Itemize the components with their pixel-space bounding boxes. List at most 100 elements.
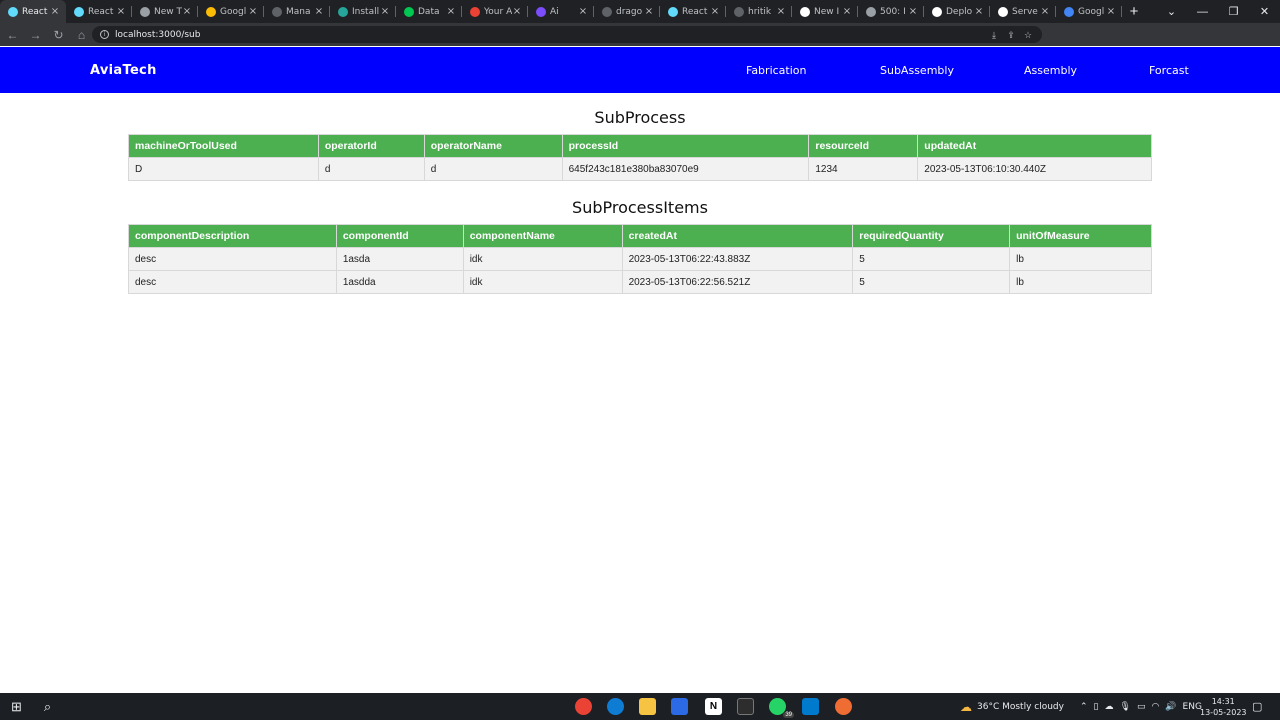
minimize-icon[interactable]: — <box>1187 0 1218 23</box>
tab-close-icon[interactable]: × <box>314 6 324 17</box>
tab-favicon-icon <box>404 6 414 17</box>
install-icon[interactable]: ⤓ <box>988 29 1000 41</box>
browser-tab[interactable]: Ai × <box>528 0 594 23</box>
file-explorer-icon[interactable] <box>639 698 656 715</box>
browser-tab[interactable]: New I × <box>792 0 858 23</box>
tab-close-icon[interactable]: × <box>842 6 852 17</box>
chevron-up-icon[interactable]: ⌃ <box>1080 702 1088 712</box>
tab-close-icon[interactable]: × <box>974 6 984 17</box>
tab-close-icon[interactable]: × <box>380 6 390 17</box>
windows-start-icon[interactable]: ⊞ <box>8 698 25 715</box>
tab-close-icon[interactable]: × <box>578 6 588 17</box>
brand-logo[interactable]: AviaTech <box>90 63 157 78</box>
whatsapp-icon[interactable]: 39 <box>769 698 794 718</box>
wifi-icon[interactable]: ◠ <box>1151 702 1159 712</box>
tab-title: 500: I <box>880 6 906 17</box>
browser-tab[interactable]: React × <box>0 0 66 23</box>
column-header: machineOrToolUsed <box>128 134 319 158</box>
nav-link-fabrication[interactable]: Fabrication <box>746 64 806 77</box>
table-cell: idk <box>462 247 623 271</box>
tab-close-icon[interactable]: × <box>446 6 456 17</box>
browser-tab[interactable]: New T × <box>132 0 198 23</box>
column-header: requiredQuantity <box>852 224 1011 248</box>
battery-icon[interactable]: ▯ <box>1094 702 1099 712</box>
close-window-icon[interactable]: ✕ <box>1249 0 1280 23</box>
back-icon[interactable]: ← <box>2 24 23 45</box>
notification-icon[interactable]: ▢ <box>1252 693 1262 720</box>
new-tab-button[interactable]: + <box>1122 0 1146 23</box>
browser-tab[interactable]: React × <box>660 0 726 23</box>
tab-favicon-icon <box>602 6 612 17</box>
site-info-icon[interactable]: i <box>100 30 109 39</box>
browser-tab[interactable]: Mana × <box>264 0 330 23</box>
browser-tab[interactable]: Deplo × <box>924 0 990 23</box>
restore-icon[interactable]: ❐ <box>1218 0 1249 23</box>
volume-icon[interactable]: 🔊 <box>1165 702 1176 712</box>
table-cell: 2023-05-13T06:22:43.883Z <box>621 247 854 271</box>
browser-tab[interactable]: hritik × <box>726 0 792 23</box>
tab-close-icon[interactable]: × <box>644 6 654 17</box>
address-bar[interactable]: i localhost:3000/sub ⤓ ⇪ ☆ <box>92 26 1042 43</box>
browser-tab[interactable]: React × <box>66 0 132 23</box>
browser-tab[interactable]: Data × <box>396 0 462 23</box>
tab-close-icon[interactable]: × <box>1106 6 1116 17</box>
tab-close-icon[interactable]: × <box>776 6 786 17</box>
tab-title: New I <box>814 6 840 17</box>
store-icon[interactable] <box>671 698 688 715</box>
share-icon[interactable]: ⇪ <box>1005 29 1017 41</box>
clock[interactable]: 14:31 13-05-2023 <box>1200 693 1247 720</box>
subprocess-items-table: componentDescription componentId compone… <box>128 224 1152 294</box>
column-header: componentId <box>335 224 464 248</box>
app-navbar: AviaTech Fabrication SubAssembly Assembl… <box>0 47 1280 93</box>
camera-icon[interactable]: ▭ <box>1137 702 1146 712</box>
nav-link-forcast[interactable]: Forcast <box>1149 64 1189 77</box>
tab-title: Data <box>418 6 440 17</box>
forward-icon[interactable]: → <box>25 24 46 45</box>
bookmark-star-icon[interactable]: ☆ <box>1022 29 1034 41</box>
whatsapp-badge: 39 <box>783 712 794 718</box>
tab-close-icon[interactable]: × <box>1040 6 1050 17</box>
browser-tab[interactable]: 500: I × <box>858 0 924 23</box>
browser-toolbar: ← → ↻ ⌂ i localhost:3000/sub ⤓ ⇪ ☆ ⋮ <box>0 23 1280 65</box>
tab-title: React <box>682 6 708 17</box>
tab-close-icon[interactable]: × <box>710 6 720 17</box>
terminal-icon[interactable] <box>737 698 754 715</box>
reload-icon[interactable]: ↻ <box>48 24 69 45</box>
tab-close-icon[interactable]: × <box>512 6 522 17</box>
tab-close-icon[interactable]: × <box>248 6 258 17</box>
tab-close-icon[interactable]: × <box>116 6 126 17</box>
column-header: componentName <box>462 224 623 248</box>
browser-tab-strip: React × React × New T × Googl × Mana × Install × Dat… <box>0 0 1280 23</box>
browser-tab[interactable]: Googl × <box>198 0 264 23</box>
edge-taskbar-icon[interactable] <box>607 698 624 715</box>
browser-tab[interactable]: Your A × <box>462 0 528 23</box>
table-cell: lb <box>1009 270 1152 294</box>
home-icon[interactable]: ⌂ <box>71 24 92 45</box>
tab-favicon-icon <box>536 6 546 17</box>
nav-link-subassembly[interactable]: SubAssembly <box>880 64 954 77</box>
vscode-icon[interactable] <box>802 698 819 715</box>
tab-close-icon[interactable]: × <box>182 6 192 17</box>
onedrive-icon[interactable]: ☁ <box>1105 702 1114 712</box>
browser-tab[interactable]: drago × <box>594 0 660 23</box>
notion-icon[interactable]: N <box>705 698 722 715</box>
chrome-taskbar-icon[interactable] <box>575 698 592 715</box>
browser-tab[interactable]: Install × <box>330 0 396 23</box>
browser-tab[interactable]: Serve × <box>990 0 1056 23</box>
tab-title: Mana <box>286 6 311 17</box>
table-cell: desc <box>128 270 337 294</box>
table-cell: 5 <box>852 247 1011 271</box>
tab-title: New T <box>154 6 182 17</box>
subprocess-items-title: SubProcessItems <box>572 198 708 217</box>
microphone-icon[interactable]: 🎙 <box>1120 702 1131 712</box>
postman-icon[interactable] <box>835 698 852 715</box>
search-icon[interactable]: ⌕ <box>39 698 56 715</box>
browser-tab[interactable]: Googl × <box>1056 0 1122 23</box>
tab-search-icon[interactable]: ⌄ <box>1156 0 1187 23</box>
tab-close-icon[interactable]: × <box>908 6 918 17</box>
nav-link-assembly[interactable]: Assembly <box>1024 64 1077 77</box>
table-row: desc 1asdda idk 2023-05-13T06:22:56.521Z… <box>128 270 1152 294</box>
tab-close-icon[interactable]: × <box>50 6 60 17</box>
table-cell: d <box>317 157 425 181</box>
weather-widget[interactable]: ☁ 36°C Mostly cloudy <box>960 693 1064 720</box>
